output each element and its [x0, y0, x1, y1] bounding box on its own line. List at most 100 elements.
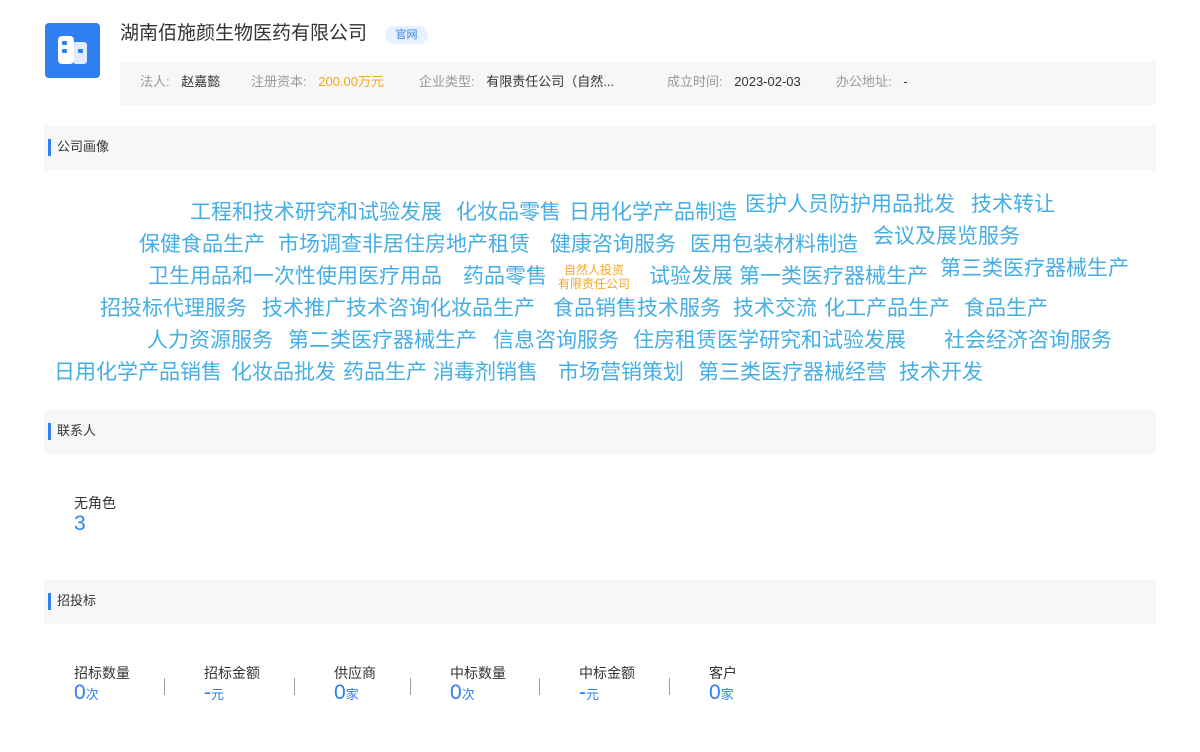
tag-item-company-type[interactable]: 自然人投资 有限责任公司	[558, 263, 631, 292]
win-amount[interactable]: -元	[579, 681, 599, 705]
tag-item[interactable]: 技术交流	[733, 298, 817, 319]
tag-line: 自然人投资	[564, 263, 625, 277]
tag-item[interactable]: 第二类医疗器械生产	[288, 330, 477, 351]
bid-count-value: 0	[74, 681, 86, 704]
customer-count-unit: 家	[720, 687, 734, 702]
office-address: 办公地址: -	[836, 62, 908, 105]
tag-item[interactable]: 日用化学产品制造	[569, 202, 737, 223]
address-label: 办公地址:	[836, 74, 892, 89]
tag-item[interactable]: 市场调查	[278, 234, 362, 255]
tag-item[interactable]: 人力资源服务	[147, 330, 273, 351]
tag-item[interactable]: 日用化学产品销售	[54, 362, 222, 383]
bid-count-unit: 次	[85, 687, 99, 702]
section-company-portrait: 公司画像	[44, 126, 1156, 170]
supplier-count[interactable]: 0家	[334, 681, 359, 705]
founded-label: 成立时间:	[667, 74, 723, 89]
building-annex-icon	[73, 42, 87, 64]
tag-item[interactable]: 药品零售	[463, 266, 547, 287]
tag-item[interactable]: 化妆品生产	[430, 298, 535, 319]
tag-item[interactable]: 医学研究和试验发展	[717, 330, 906, 351]
company-info-bar: 法人: 赵嘉懿 注册资本: 200.00万元 企业类型: 有限责任公司（自然..…	[120, 62, 1156, 105]
section-accent	[48, 593, 51, 610]
tag-item[interactable]: 非居住房地产租赁	[362, 234, 530, 255]
bid-amount-unit: 元	[211, 687, 225, 702]
bid-amount-label: 招标金额	[204, 665, 260, 681]
tag-item[interactable]: 第一类医疗器械生产	[739, 266, 928, 287]
tag-item[interactable]: 化工产品生产	[824, 298, 950, 319]
tag-item[interactable]: 卫生用品和一次性使用医疗用品	[148, 266, 442, 287]
tag-item[interactable]: 技术服务	[637, 298, 721, 319]
customer-count-value: 0	[709, 681, 721, 704]
company-name: 湖南佰施颜生物医药有限公司	[120, 23, 368, 44]
tag-item[interactable]: 试验发展	[649, 266, 733, 287]
capital-label: 注册资本:	[251, 74, 307, 89]
tag-item[interactable]: 技术转让	[971, 194, 1055, 215]
section-title: 联系人	[57, 423, 97, 438]
section-title: 招投标	[57, 593, 97, 608]
section-accent	[48, 139, 51, 156]
bid-count[interactable]: 0次	[74, 681, 99, 705]
tag-item[interactable]: 化妆品批发	[231, 362, 336, 383]
tag-item[interactable]: 信息咨询服务	[493, 330, 619, 351]
bid-amount[interactable]: -元	[204, 681, 224, 705]
tag-item[interactable]: 消毒剂销售	[433, 362, 538, 383]
legal-rep-label: 法人:	[140, 74, 170, 89]
tag-item[interactable]: 化妆品零售	[456, 202, 561, 223]
win-count-label: 中标数量	[450, 665, 506, 681]
tag-item[interactable]: 市场营销策划	[558, 362, 684, 383]
contact-role-label: 无角色	[74, 495, 116, 511]
tag-item[interactable]: 技术咨询	[346, 298, 430, 319]
tag-item[interactable]: 医护人员防护用品批发	[745, 194, 955, 215]
customer-label: 客户	[709, 665, 737, 681]
stat-divider	[294, 678, 295, 695]
legal-rep: 法人: 赵嘉懿	[140, 62, 220, 105]
win-amount-label: 中标金额	[579, 665, 635, 681]
section-accent	[48, 423, 51, 440]
window-icon	[78, 49, 83, 53]
tag-item[interactable]: 第三类医疗器械生产	[940, 258, 1129, 279]
tag-item[interactable]: 医用包装材料制造	[690, 234, 858, 255]
win-count-unit: 次	[461, 687, 475, 702]
company-type: 企业类型: 有限责任公司（自然...	[419, 62, 614, 105]
tag-item[interactable]: 技术推广	[262, 298, 346, 319]
section-bidding: 招投标	[44, 580, 1156, 624]
registered-capital: 注册资本: 200.00万元	[251, 62, 384, 105]
tag-item[interactable]: 食品销售	[553, 298, 637, 319]
section-title: 公司画像	[57, 139, 110, 154]
section-contacts: 联系人	[44, 410, 1156, 454]
tag-item[interactable]: 保健食品生产	[139, 234, 265, 255]
tag-item[interactable]: 第三类医疗器械经营	[698, 362, 887, 383]
stat-divider	[539, 678, 540, 695]
supplier-count-unit: 家	[345, 687, 359, 702]
win-amount-unit: 元	[586, 687, 600, 702]
win-count[interactable]: 0次	[450, 681, 475, 705]
address-value: -	[903, 74, 908, 89]
win-amount-value: -	[579, 681, 586, 704]
win-count-value: 0	[450, 681, 462, 704]
stat-divider	[410, 678, 411, 695]
supplier-label: 供应商	[334, 665, 376, 681]
stat-divider	[669, 678, 670, 695]
tag-item[interactable]: 住房租赁	[633, 330, 717, 351]
customer-count[interactable]: 0家	[709, 681, 734, 705]
founded-date: 成立时间: 2023-02-03	[667, 62, 801, 105]
tag-item[interactable]: 会议及展览服务	[873, 226, 1020, 247]
official-site-badge[interactable]: 官网	[385, 26, 428, 44]
founded-value: 2023-02-03	[734, 74, 801, 89]
tag-item[interactable]: 健康咨询服务	[550, 234, 676, 255]
company-type-value: 有限责任公司（自然...	[486, 74, 615, 89]
bid-amount-value: -	[204, 681, 211, 704]
contact-role-count[interactable]: 3	[74, 512, 86, 536]
window-icon	[62, 49, 67, 53]
tag-item[interactable]: 招投标代理服务	[100, 298, 247, 319]
bid-count-label: 招标数量	[74, 665, 130, 681]
capital-value: 200.00万元	[318, 74, 385, 89]
stat-divider	[164, 678, 165, 695]
tag-item[interactable]: 社会经济咨询服务	[944, 330, 1112, 351]
tag-line: 有限责任公司	[558, 276, 631, 291]
tag-item[interactable]: 药品生产	[343, 362, 427, 383]
legal-rep-value[interactable]: 赵嘉懿	[181, 74, 220, 89]
tag-item[interactable]: 技术开发	[899, 362, 983, 383]
tag-item[interactable]: 工程和技术研究和试验发展	[190, 202, 442, 223]
tag-item[interactable]: 食品生产	[964, 298, 1048, 319]
